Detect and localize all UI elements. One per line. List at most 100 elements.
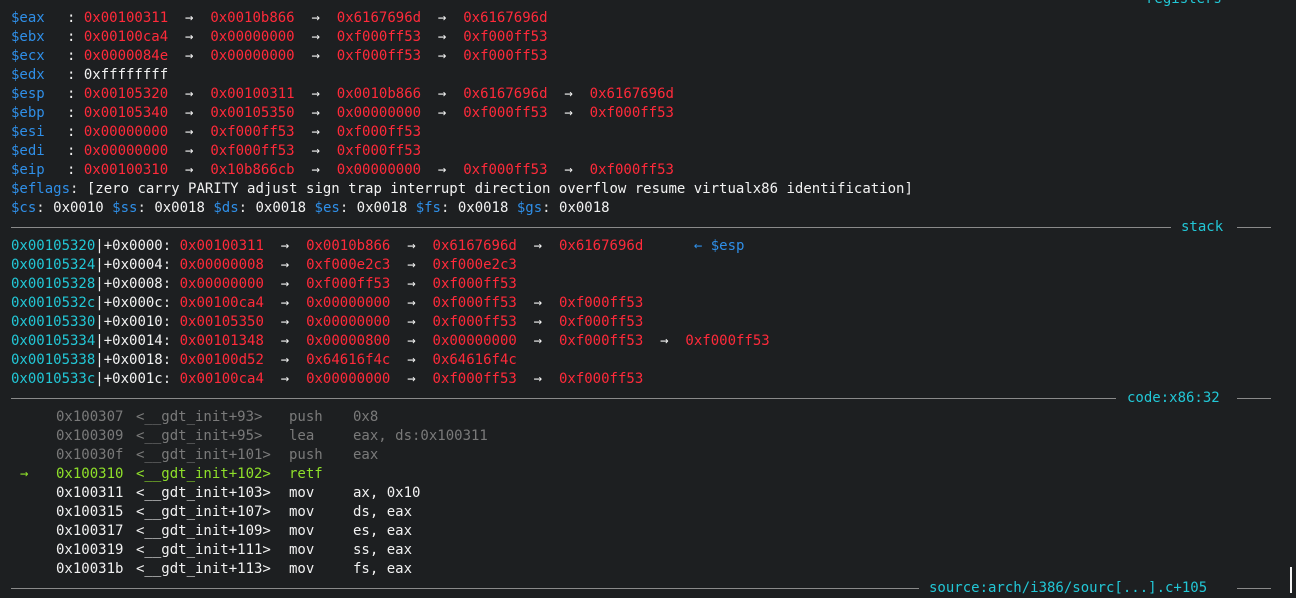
segment-register-name: $es <box>314 200 340 216</box>
stack-value: 0xf000ff53 <box>685 333 770 349</box>
instruction-mnemonic: mov <box>289 523 315 539</box>
code-section-title: code:x86:32 <box>1127 390 1220 406</box>
eflags-name: $eflags <box>11 181 71 197</box>
pointer-arrow-icon: → <box>280 314 290 330</box>
instruction-mnemonic: mov <box>289 542 315 558</box>
stack-value: 0x00100d52 <box>179 352 264 368</box>
stack-offset: +0x001c <box>103 371 163 387</box>
registers-section-title: registers <box>1146 0 1222 9</box>
register-row: $edx: 0xffffffff <box>11 67 169 83</box>
register-name: $ecx <box>11 48 45 64</box>
pointer-arrow-icon: → <box>660 333 669 349</box>
register-row: $ebp: 0x00105340 → 0x00105350 → 0x000000… <box>11 105 674 121</box>
instruction-address: 0x100311 <box>56 485 124 501</box>
stack-address: 0x00105328 <box>11 276 96 292</box>
source-section-title: source:arch/i386/sourc[...].c+105 <box>929 580 1208 596</box>
instruction-address: 0x100317 <box>56 523 124 539</box>
segment-registers-line: $cs: 0x0010 $ss: 0x0018 $ds: 0x0018 $es:… <box>11 200 610 216</box>
code-separator: code:x86:32 <box>11 389 1271 408</box>
stack-address: 0x00105330 <box>11 314 96 330</box>
instruction-address: 0x100307 <box>56 409 124 425</box>
pointer-arrow-icon: → <box>407 276 416 292</box>
register-value: 0xf000ff53 <box>589 105 674 121</box>
terminal-scrollbar[interactable] <box>1290 567 1292 593</box>
current-instruction-arrow-icon: → <box>20 466 29 482</box>
instruction-address: 0x10030f <box>56 447 124 463</box>
register-value: 0xf000ff53 <box>463 29 548 45</box>
pointer-arrow-icon: → <box>311 105 320 121</box>
stack-value: 0x6167696d <box>432 238 517 254</box>
pointer-arrow-icon: → <box>311 162 320 178</box>
register-name: $esi <box>11 124 45 140</box>
stack-address: 0x00105338 <box>11 352 96 368</box>
register-value: 0x00105320 <box>83 86 169 102</box>
pointer-arrow-icon: → <box>564 86 573 102</box>
stack-offset: +0x0008 <box>103 276 163 292</box>
register-value: 0x00000000 <box>210 29 295 45</box>
register-value: 0x6167696d <box>463 86 548 102</box>
source-separator: source:arch/i386/sourc[...].c+105 <box>11 579 1271 598</box>
pointer-arrow-icon: → <box>407 314 416 330</box>
register-value: 0xf000ff53 <box>210 124 295 140</box>
register-value: 0xf000ff53 <box>336 143 422 159</box>
register-value: 0x10b866cb <box>210 162 295 178</box>
stack-offset: +0x0010 <box>103 314 163 330</box>
register-name: $ebx <box>11 29 45 45</box>
register-name: $eip <box>11 162 45 178</box>
pointer-arrow-icon: → <box>407 371 416 387</box>
pointer-arrow-icon: → <box>280 238 290 254</box>
pointer-arrow-icon: → <box>311 48 320 64</box>
pointer-arrow-icon: → <box>407 295 416 311</box>
pointer-arrow-icon: → <box>280 257 290 273</box>
eflags-value: [zero carry PARITY adjust sign trap inte… <box>86 181 913 197</box>
register-value: 0x00000000 <box>83 124 169 140</box>
register-value: 0xf000ff53 <box>336 124 422 140</box>
instruction-address: 0x100319 <box>56 542 124 558</box>
stack-row: 0x0010533c|+0x001c: 0x00100ca4 → 0x00000… <box>11 371 644 387</box>
stack-address: 0x00105320 <box>11 238 96 254</box>
segment-register-value: 0x0018 <box>457 200 509 216</box>
register-value: 0x0010b866 <box>336 86 422 102</box>
register-value: 0x0010b866 <box>210 10 295 26</box>
register-name: $edi <box>11 143 45 159</box>
instruction-row: 0x100317 <__gdt_init+109> mov es, eax <box>56 522 412 541</box>
pointer-arrow-icon: → <box>311 143 320 159</box>
instruction-symbol: <__gdt_init+102> <box>136 466 271 482</box>
register-name: $esp <box>11 86 45 102</box>
segment-register-value: 0x0018 <box>559 200 610 216</box>
stack-value: 0xf000ff53 <box>558 295 644 311</box>
stack-value: 0x00000000 <box>306 371 391 387</box>
stack-value: 0x00000008 <box>179 257 264 273</box>
instruction-symbol: <__gdt_init+109> <box>136 523 271 539</box>
instruction-mnemonic: mov <box>289 561 315 577</box>
register-row: $edi: 0x00000000 → 0xf000ff53 → 0xf000ff… <box>11 143 422 159</box>
pointer-arrow-icon: → <box>407 257 416 273</box>
segment-register-name: $gs <box>516 200 543 216</box>
register-value: 0x00100310 <box>83 162 169 178</box>
instruction-operands: eax, ds:0x100311 <box>353 428 488 444</box>
segment-register-name: $ss <box>112 200 138 216</box>
register-value: 0x00000000 <box>336 105 422 121</box>
stack-row: 0x00105320|+0x0000: 0x00100311 → 0x0010b… <box>11 238 745 254</box>
segment-register-value: 0x0018 <box>154 200 205 216</box>
segment-register-value: 0x0018 <box>255 200 307 216</box>
register-value: 0xffffffff <box>83 67 169 83</box>
instruction-address: 0x100310 <box>56 466 124 482</box>
instruction-symbol: <__gdt_init+101> <box>136 447 271 463</box>
stack-separator: stack <box>11 218 1271 237</box>
stack-note-register: $esp <box>710 238 745 254</box>
stack-value: 0x0010b866 <box>306 238 391 254</box>
instruction-operands: ax, 0x10 <box>353 485 421 501</box>
stack-address: 0x00105324 <box>11 257 96 273</box>
segment-register-value: 0x0010 <box>53 200 104 216</box>
stack-address: 0x0010532c <box>11 295 96 311</box>
instruction-row: 0x100315 <__gdt_init+107> mov ds, eax <box>56 503 412 522</box>
register-value: 0xf000ff53 <box>463 48 548 64</box>
stack-value: 0xf000ff53 <box>558 333 644 349</box>
register-value: 0x00100311 <box>83 10 169 26</box>
pointer-arrow-icon: → <box>280 371 290 387</box>
stack-value: 0xf000e2c3 <box>432 257 517 273</box>
pointer-arrow-icon: → <box>280 295 290 311</box>
register-value: 0x00105350 <box>210 105 295 121</box>
instruction-address: 0x10031b <box>56 561 124 577</box>
